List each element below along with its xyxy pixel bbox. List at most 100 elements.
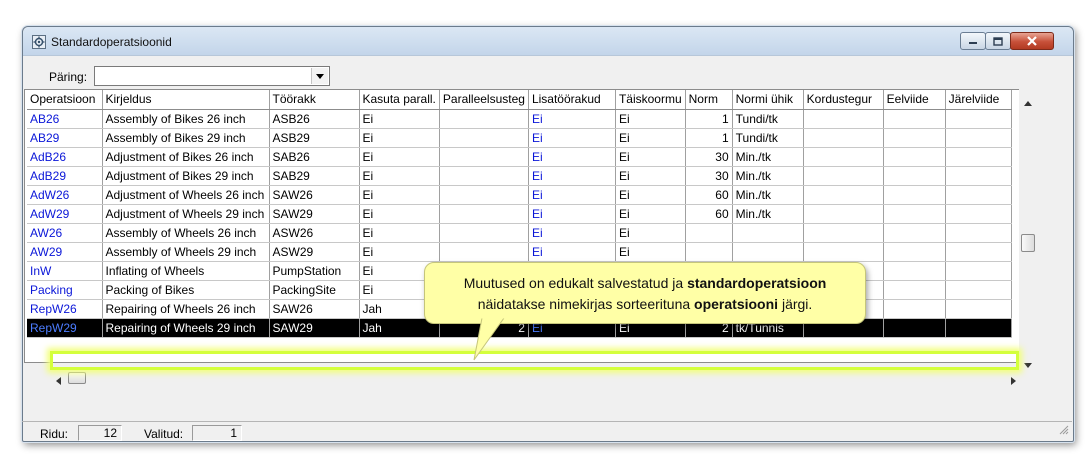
title-bar[interactable]: Standardoperatsioonid [23,27,1073,56]
table-cell[interactable] [803,204,884,224]
table-cell[interactable] [803,166,884,186]
table-cell[interactable] [803,109,884,129]
column-header[interactable]: Operatsioon [27,90,103,110]
table-cell[interactable]: RepW29 [27,318,103,338]
table-cell[interactable] [439,204,529,224]
table-cell[interactable] [945,109,1012,129]
table-cell[interactable]: Tundi/tk [732,128,804,148]
column-header[interactable]: Järelviide [945,90,1012,110]
table-cell[interactable]: AW29 [27,242,103,262]
table-cell[interactable]: Ei [615,242,686,262]
table-cell[interactable] [945,280,1012,300]
table-cell[interactable] [883,109,946,129]
table-cell[interactable] [945,261,1012,281]
table-cell[interactable]: 1 [685,109,733,129]
resize-grip-icon[interactable] [1059,424,1069,438]
table-cell[interactable] [803,147,884,167]
table-cell[interactable]: SAB29 [269,166,360,186]
table-cell[interactable] [883,299,946,319]
column-header[interactable]: Täiskoormu [615,90,686,110]
table-cell[interactable]: Repairing of Wheels 26 inch [102,299,270,319]
table-cell[interactable]: Ei [528,223,616,243]
table-cell[interactable]: RepW26 [27,299,103,319]
table-cell[interactable]: Assembly of Bikes 26 inch [102,109,270,129]
table-cell[interactable]: AB29 [27,128,103,148]
table-cell[interactable] [803,242,884,262]
table-cell[interactable]: 30 [685,147,733,167]
table-cell[interactable]: SAW29 [269,204,360,224]
table-cell[interactable]: SAW29 [269,318,360,338]
table-cell[interactable]: Assembly of Wheels 26 inch [102,223,270,243]
column-header[interactable]: Kordustegur [803,90,884,110]
table-cell[interactable]: Ei [359,223,440,243]
table-cell[interactable] [945,204,1012,224]
table-cell[interactable]: Ei [615,185,686,205]
table-cell[interactable] [803,128,884,148]
table-cell[interactable]: Ei [615,147,686,167]
table-cell[interactable]: 1 [685,128,733,148]
table-cell[interactable] [883,318,946,338]
table-row[interactable]: AB26 Assembly of Bikes 26 inch ASB26 Ei Ei Ei… [27,109,1012,129]
table-cell[interactable]: Ei [528,147,616,167]
column-header[interactable]: Kasuta parall. [359,90,440,110]
close-button[interactable] [1010,32,1054,50]
table-cell[interactable]: Packing [27,280,103,300]
table-cell[interactable]: Ei [359,166,440,186]
table-row[interactable]: AW29 Assembly of Wheels 29 inch ASW29 Ei Ei E… [27,242,1012,262]
table-cell[interactable]: Ei [615,166,686,186]
table-cell[interactable]: Ei [359,128,440,148]
table-cell[interactable]: InW [27,261,103,281]
table-cell[interactable]: Tundi/tk [732,109,804,129]
scroll-down-icon[interactable] [1024,357,1032,371]
table-cell[interactable]: Ei [359,204,440,224]
table-cell[interactable]: Min./tk [732,147,804,167]
table-cell[interactable]: Ei [615,109,686,129]
minimize-button[interactable] [960,32,986,50]
column-header[interactable]: Eelviide [883,90,946,110]
table-cell[interactable]: Assembly of Wheels 29 inch [102,242,270,262]
table-cell[interactable]: AB26 [27,109,103,129]
table-cell[interactable] [883,166,946,186]
table-cell[interactable] [685,242,733,262]
maximize-button[interactable] [985,32,1011,50]
table-row[interactable]: AdB29 Adjustment of Bikes 29 inch SAB29 Ei E… [27,166,1012,186]
table-cell[interactable] [883,204,946,224]
table-cell[interactable]: Adjustment of Bikes 26 inch [102,147,270,167]
table-cell[interactable] [439,185,529,205]
table-row[interactable]: AdW26 Adjustment of Wheels 26 inch SAW26 Ei… [27,185,1012,205]
table-cell[interactable] [439,166,529,186]
table-cell[interactable]: AdB29 [27,166,103,186]
table-cell[interactable] [945,318,1012,338]
table-cell[interactable]: Ei [359,147,440,167]
table-cell[interactable]: SAW26 [269,185,360,205]
table-row[interactable]: AdW29 Adjustment of Wheels 29 inch SAW29 Ei… [27,204,1012,224]
table-cell[interactable]: PackingSite [269,280,360,300]
column-header[interactable]: Normi ühik [732,90,804,110]
table-cell[interactable]: AdW29 [27,204,103,224]
column-header[interactable]: Lisatöörakud [528,90,616,110]
table-cell[interactable] [439,109,529,129]
scroll-left-icon[interactable] [56,374,61,388]
table-cell[interactable]: PumpStation [269,261,360,281]
table-cell[interactable]: Min./tk [732,185,804,205]
table-cell[interactable]: Assembly of Bikes 29 inch [102,128,270,148]
table-cell[interactable]: Ei [528,128,616,148]
table-cell[interactable]: Ei [528,242,616,262]
table-cell[interactable] [732,242,804,262]
table-cell[interactable]: Adjustment of Wheels 26 inch [102,185,270,205]
dropdown-arrow-icon[interactable] [311,68,328,84]
table-cell[interactable]: Ei [615,204,686,224]
table-cell[interactable] [945,223,1012,243]
table-cell[interactable] [803,185,884,205]
table-cell[interactable]: ASB26 [269,109,360,129]
horizontal-scrollbar[interactable] [50,370,1019,386]
scroll-right-icon[interactable] [1011,374,1016,388]
table-cell[interactable] [883,261,946,281]
horizontal-scroll-thumb[interactable] [68,372,86,384]
table-cell[interactable]: AW26 [27,223,103,243]
table-cell[interactable] [883,223,946,243]
query-select[interactable] [94,66,330,86]
table-cell[interactable] [439,223,529,243]
table-cell[interactable]: Ei [359,242,440,262]
table-cell[interactable]: AdB26 [27,147,103,167]
